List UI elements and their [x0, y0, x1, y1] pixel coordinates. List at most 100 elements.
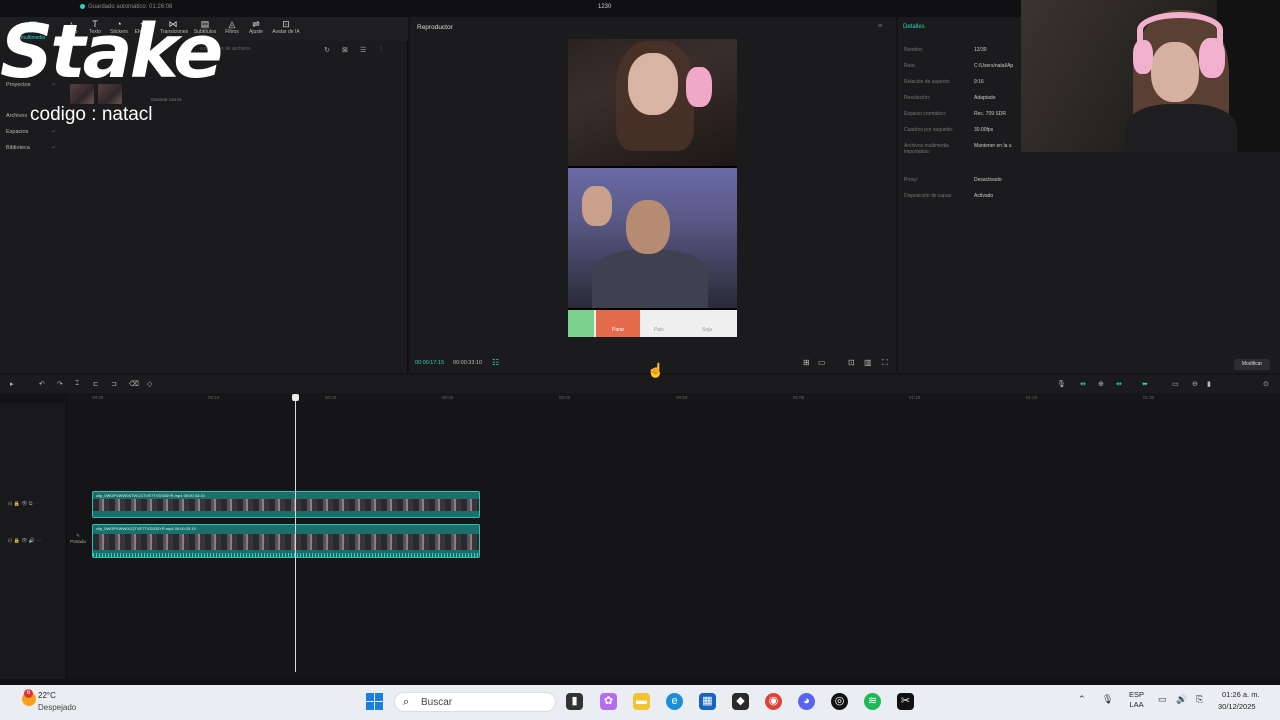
microphone-tray-icon[interactable]: 🎙 [1102, 694, 1113, 705]
refresh-icon[interactable]: ↻ [324, 46, 330, 54]
detail-value: 12/30 [974, 47, 987, 53]
ruler-tick: 00:00 [92, 395, 104, 400]
video-clip[interactable]: clip_0WOPVWW0STWCGTVE7TVD333YR.mp4 00:00… [92, 491, 480, 518]
modify-button[interactable]: Modificar [1234, 359, 1270, 370]
ruler-tick: 01:10 [909, 395, 921, 400]
select-tool-icon[interactable]: ▸ [10, 380, 14, 388]
playhead-handle[interactable] [292, 394, 299, 401]
zoom-out-icon[interactable]: ⊖ [1192, 380, 1198, 388]
obs-icon[interactable]: ◎ [831, 693, 848, 710]
tool-ai-avatar[interactable]: ⊡ Avatar de IA [270, 19, 302, 39]
quality-icon[interactable]: ▥ [864, 358, 872, 367]
track-controls-icon[interactable]: ⊟ 🔒 👁 🔊 ⋯ [8, 538, 42, 544]
file-explorer-dark-icon[interactable]: ▮ [566, 693, 583, 710]
time-ruler[interactable] [68, 393, 1280, 403]
tool-filters[interactable]: ◬ Filtros [219, 19, 245, 39]
timeline-view-icon[interactable]: ☷ [492, 358, 499, 367]
timeline-toolbar [0, 375, 1280, 393]
zoom-fit-icon[interactable]: ⊙ [1263, 380, 1269, 388]
tab-details[interactable]: Detalles [903, 24, 925, 30]
split-icon[interactable]: ⌶ [75, 380, 79, 388]
trim-left-icon[interactable]: ⊏ [93, 380, 99, 388]
detail-label: Relación de aspecto: [904, 79, 951, 85]
chrome-icon[interactable]: ◉ [765, 693, 782, 710]
store-icon[interactable]: ▦ [699, 693, 716, 710]
detail-label: Resolución: [904, 95, 931, 101]
marker-icon[interactable]: ◇ [147, 380, 152, 388]
microphone-icon[interactable]: 🎙 [1057, 380, 1066, 388]
fit-icon[interactable]: ⊞ [803, 358, 810, 367]
project-name: 1230 [598, 4, 612, 10]
sidebar-item-library[interactable]: Biblioteca [6, 143, 58, 155]
detail-label: Disposición de capas: [904, 193, 953, 199]
detail-value: 9:16 [974, 79, 984, 85]
zoom-slider[interactable]: ▮ [1207, 380, 1211, 388]
bottom-video-feed [568, 168, 737, 308]
hide-icon[interactable]: ⊠ [342, 46, 348, 54]
crop-icon[interactable]: ⊡ [848, 358, 855, 367]
search-icon: ⌕ [403, 696, 410, 708]
language-indicator[interactable]: ESP LAA [1129, 690, 1144, 710]
track-controls-icon[interactable]: ⊟ 🔒 👁 ⧉ ⋯ [8, 501, 39, 507]
playhead[interactable] [295, 396, 296, 672]
menu-icon[interactable]: ≡ [878, 23, 882, 30]
detail-label: Espacio cromático: [904, 111, 947, 117]
ruler-tick: 00:40 [559, 395, 571, 400]
volume-icon[interactable]: 🔊 [1176, 694, 1187, 705]
sort-icon[interactable]: ☰ [360, 46, 366, 54]
ratio-icon[interactable]: ▭ [818, 358, 826, 367]
detail-value: Mantener en la u [974, 143, 1012, 149]
spotify-icon[interactable]: ≋ [864, 693, 881, 710]
capcut-icon[interactable]: ✂ [897, 693, 914, 710]
clock-time[interactable]: 01:26 a. m. [1222, 690, 1260, 699]
video-preview[interactable]: Parar Pais Soja [568, 39, 737, 337]
promo-code-text: codigo : natacl [30, 104, 153, 125]
top-video-feed [568, 39, 737, 166]
sidebar-item-spaces[interactable]: Espacios [6, 127, 58, 139]
network-icon[interactable]: ▭ [1158, 694, 1167, 705]
detail-value: Activado [974, 193, 994, 199]
filter-icon: ◬ [228, 19, 236, 29]
detail-value: Adaptado [974, 95, 996, 101]
generate-ai-label[interactable]: Generar con IA [151, 97, 182, 102]
redo-icon[interactable]: ↷ [57, 380, 63, 388]
taskbar-search[interactable]: ⌕ Buscar [394, 692, 556, 712]
tool-adjust[interactable]: ⇌ Ajuste [243, 19, 269, 39]
weather-desc[interactable]: Despejado [38, 703, 76, 712]
discord-icon[interactable]: ◕ [798, 693, 815, 710]
detail-value: Desactivado [974, 177, 1002, 183]
weather-temp[interactable]: 22°C [38, 691, 56, 700]
total-timecode: 00:00:33:10 [453, 360, 483, 366]
caption-icon[interactable]: ▭ [1172, 380, 1179, 388]
preview-axis-icon[interactable]: ⇹ [1116, 380, 1122, 388]
tray-overflow-icon[interactable]: ⌃ [1078, 694, 1086, 705]
video-clip[interactable]: clip_0WOPVWW0CQTVE7TVD333YR.mp4 00:00:33… [92, 524, 480, 558]
main-track-icon[interactable]: ⬌ [1142, 380, 1148, 388]
app-icon[interactable]: ◆ [732, 693, 749, 710]
folder-icon[interactable]: ▬ [633, 693, 650, 710]
windows-start-icon[interactable] [366, 693, 383, 710]
cover-button[interactable]: ✎ Portada [68, 533, 88, 544]
undo-icon[interactable]: ↶ [39, 380, 45, 388]
current-timecode: 00:00:17:15 [415, 360, 445, 366]
snap-icon[interactable]: ⊕ [1098, 380, 1104, 388]
ruler-tick: 00:30 [442, 395, 454, 400]
fullscreen-icon[interactable]: ⛶ [882, 358, 888, 368]
link-icon[interactable]: ⇹ [1080, 380, 1086, 388]
battery-icon[interactable]: ⎘ [1196, 694, 1203, 705]
hand-cursor-icon: ☝ [647, 362, 665, 378]
stake-logo: Stake [0, 9, 223, 95]
edge-icon[interactable]: e [666, 693, 683, 710]
trim-right-icon[interactable]: ⊐ [111, 380, 117, 388]
player-title: Reproductor [417, 24, 453, 31]
notification-badge: 6 [24, 689, 33, 698]
detail-label: Proxy: [904, 177, 919, 183]
filter-dropdown-icon[interactable]: ⫶ [380, 46, 382, 54]
clock-date[interactable]: 30/12/2025 [1218, 702, 1256, 711]
ruler-tick: 00:50 [676, 395, 688, 400]
webcam-overlay [1021, 0, 1280, 152]
copilot-icon[interactable]: ✿ [600, 693, 617, 710]
ruler-tick: 00:10 [208, 395, 220, 400]
delete-icon[interactable]: ⌫ [129, 380, 139, 388]
detail-value: C:/Users/natal/Ap [974, 63, 1014, 69]
